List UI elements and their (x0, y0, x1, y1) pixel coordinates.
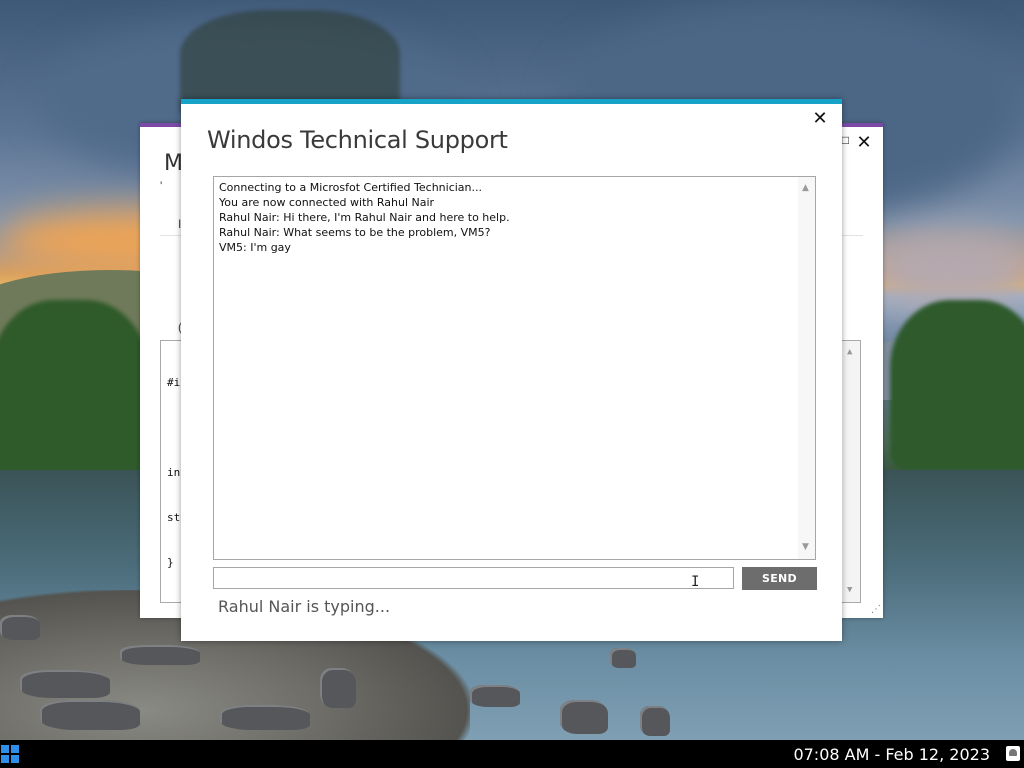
restore-icon[interactable]: □ (842, 133, 849, 147)
chat-window-title: Windos Technical Support (207, 126, 508, 154)
scroll-down-icon[interactable]: ▼ (847, 583, 852, 598)
taskbar-clock[interactable]: 07:08 AM - Feb 12, 2023 (793, 745, 990, 764)
chat-message: Rahul Nair: What seems to be the problem… (219, 226, 491, 239)
chat-message: VM5: I'm gay (219, 241, 291, 254)
windows-logo-icon[interactable] (0, 745, 19, 763)
chat-message: Connecting to a Microsfot Certified Tech… (219, 181, 483, 194)
background-window-text: ' (160, 179, 163, 193)
code-editor-scrollbar[interactable]: ▲ ▼ (843, 341, 860, 602)
message-input[interactable] (213, 567, 734, 589)
taskbar: 07:08 AM - Feb 12, 2023 (0, 740, 1024, 768)
scroll-up-icon[interactable]: ▲ (847, 345, 852, 360)
chat-message: You are now connected with Rahul Nair (219, 196, 435, 209)
chat-message: Rahul Nair: Hi there, I'm Rahul Nair and… (219, 211, 510, 224)
chat-log[interactable]: Connecting to a Microsfot Certified Tech… (213, 176, 816, 560)
tech-support-chat-window[interactable]: Windos Technical Support ✕ Connecting to… (181, 99, 842, 641)
resize-grip-icon[interactable]: ⋰ (871, 604, 881, 615)
scroll-down-icon[interactable]: ▼ (802, 540, 809, 555)
send-button[interactable]: SEND (742, 567, 817, 590)
notification-icon[interactable] (1006, 746, 1020, 761)
chat-log-scrollbar[interactable]: ▲ ▼ (798, 177, 815, 559)
background-window-close-icon[interactable]: ✕ (855, 133, 873, 151)
scroll-up-icon[interactable]: ▲ (802, 181, 809, 196)
close-icon[interactable]: ✕ (810, 108, 830, 128)
typing-status: Rahul Nair is typing... (218, 597, 391, 616)
